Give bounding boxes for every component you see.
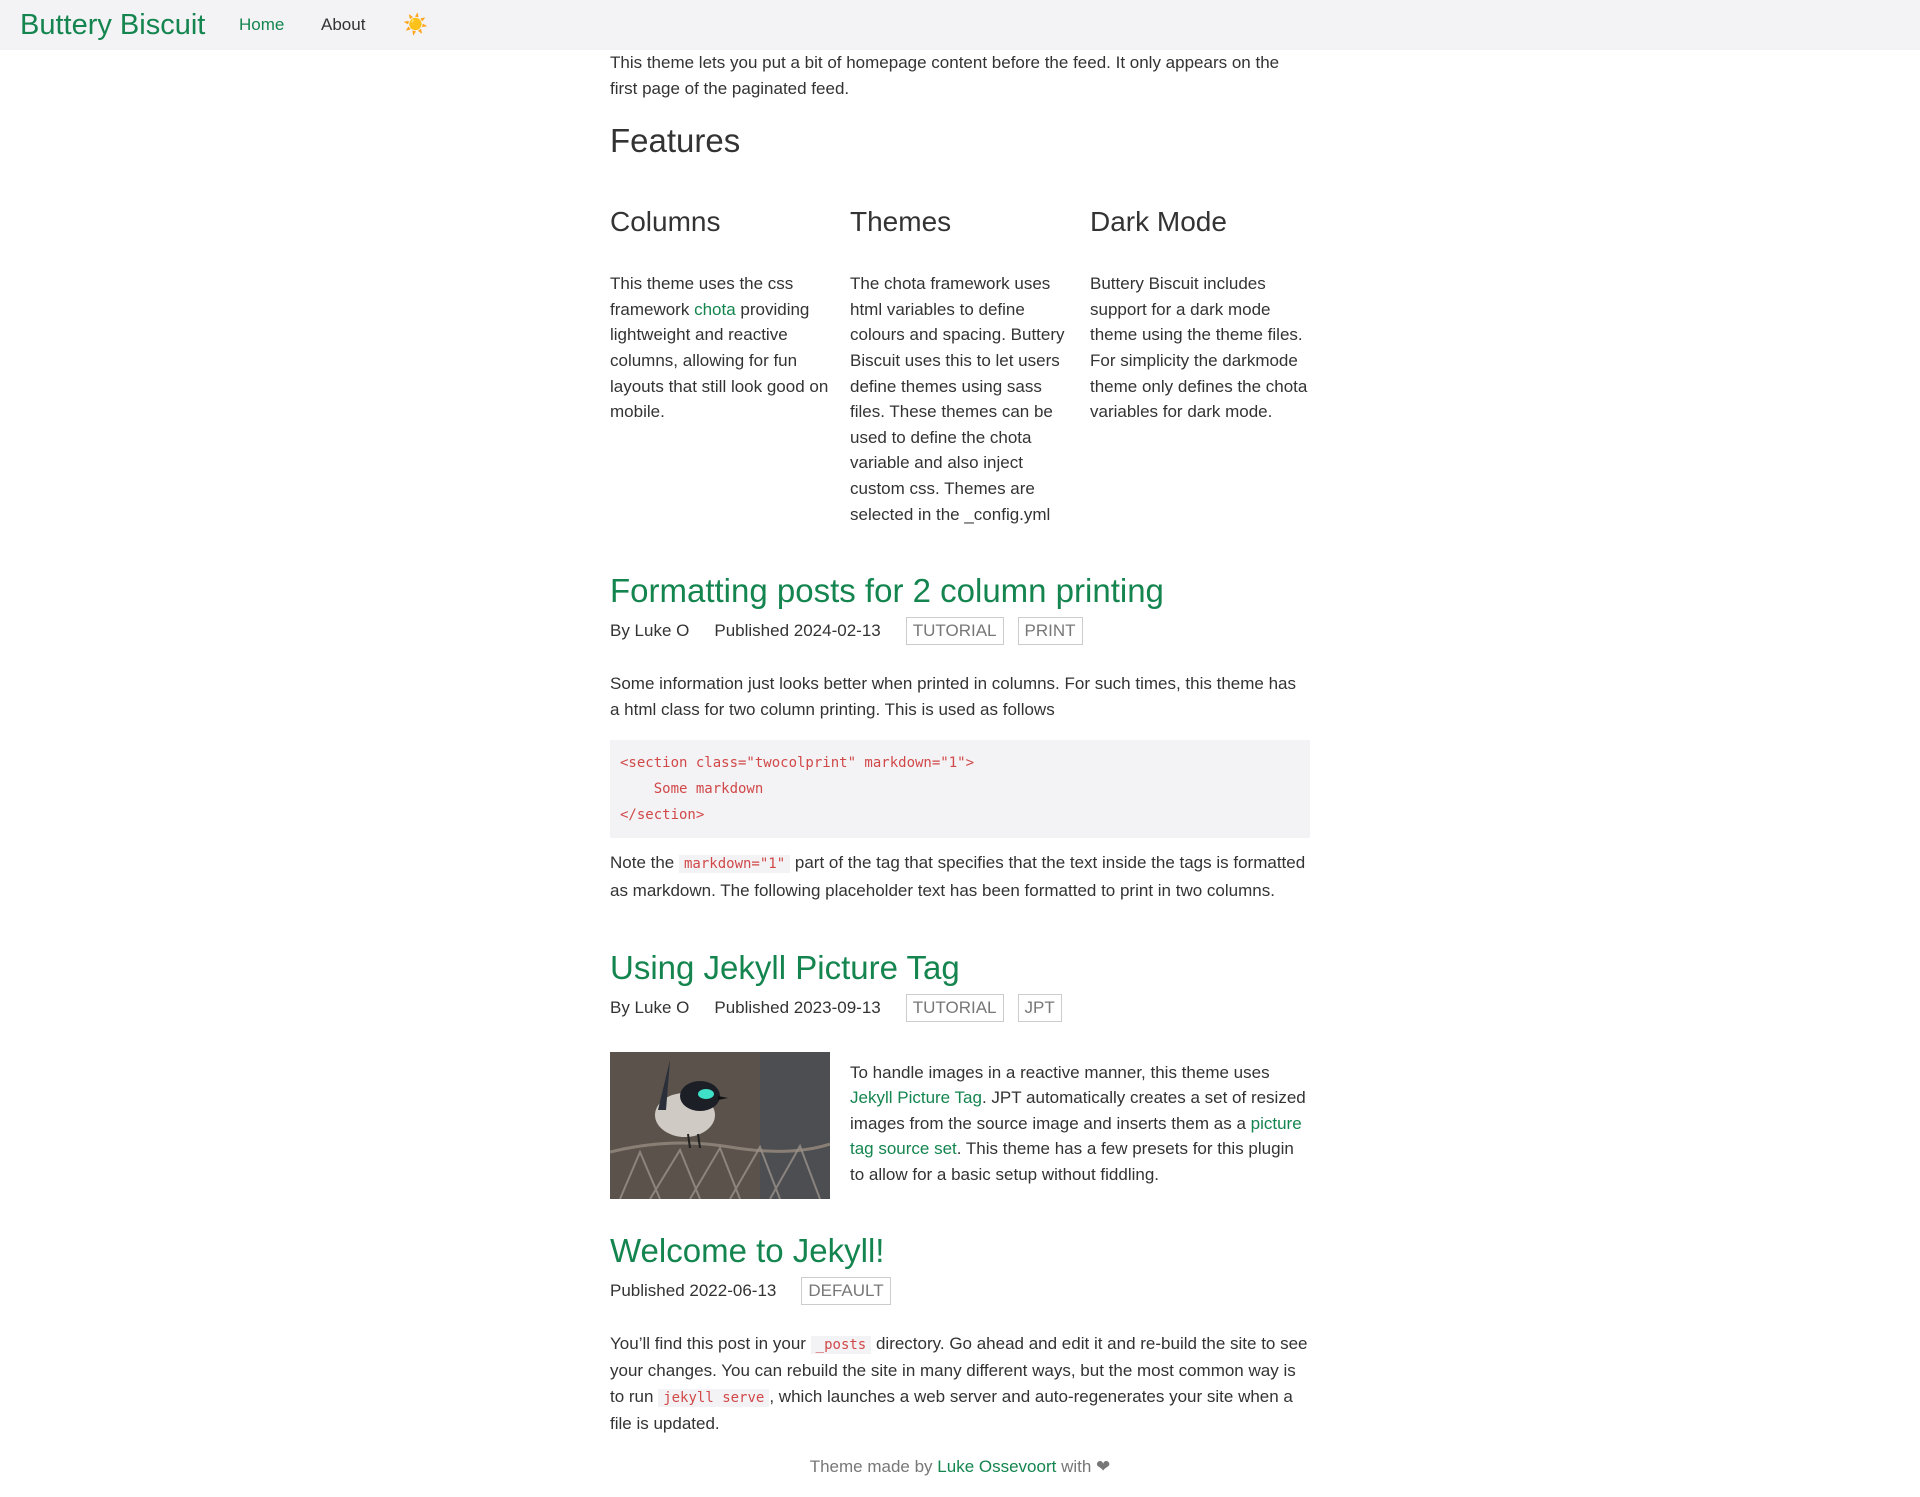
features-heading: Features bbox=[610, 122, 741, 160]
post-item: Formatting posts for 2 column printing B… bbox=[610, 571, 1310, 903]
post-body: To handle images in a reactive manner, t… bbox=[610, 1051, 1310, 1199]
inline-code: jekyll serve bbox=[658, 1388, 770, 1407]
site-footer: Theme made by Luke Ossevoort with ❤ bbox=[809, 1457, 1111, 1476]
tag-badge[interactable]: TUTORIAL bbox=[905, 993, 1004, 1022]
feature-text: This theme uses the css framework chota … bbox=[610, 274, 829, 422]
site-brand-link[interactable]: Buttery Biscuit bbox=[20, 6, 205, 44]
inline-code: markdown="1" bbox=[679, 855, 791, 874]
post-item: Welcome to Jekyll! Published 2022-06-13 … bbox=[610, 1231, 1310, 1437]
post-meta: By Luke O Published 2023-09-13 TUTORIAL … bbox=[610, 993, 1310, 1022]
main-content: This theme lets you put a bit of homepag… bbox=[610, 50, 1310, 1437]
intro-text: This theme lets you put a bit of homepag… bbox=[610, 53, 1280, 98]
feature-column-themes: Themes The chota framework uses html var… bbox=[850, 205, 1070, 527]
feature-title: Themes bbox=[850, 206, 952, 238]
jekyll-picture-tag-link[interactable]: Jekyll Picture Tag bbox=[850, 1088, 982, 1107]
post-excerpt: Some information just looks better when … bbox=[610, 674, 1296, 719]
heart-icon: ❤ bbox=[1096, 1457, 1111, 1476]
post-date: Published 2024-02-13 bbox=[714, 621, 881, 641]
sun-icon[interactable]: ☀️ bbox=[403, 14, 428, 36]
tag-badge[interactable]: TUTORIAL bbox=[905, 617, 1004, 646]
post-meta: By Luke O Published 2024-02-13 TUTORIAL … bbox=[610, 617, 1310, 646]
post-author: By Luke O bbox=[610, 997, 690, 1017]
post-title-link[interactable]: Using Jekyll Picture Tag bbox=[610, 948, 1310, 988]
post-title-link[interactable]: Formatting posts for 2 column printing bbox=[610, 571, 1310, 611]
author-link[interactable]: Luke Ossevoort bbox=[937, 1457, 1056, 1476]
tag-badge[interactable]: PRINT bbox=[1017, 617, 1083, 646]
tag-badge[interactable]: JPT bbox=[1017, 993, 1062, 1022]
nav-about-link[interactable]: About bbox=[321, 14, 365, 36]
feature-column-columns: Columns This theme uses the css framewor… bbox=[610, 205, 830, 527]
nav-home-link[interactable]: Home bbox=[239, 14, 284, 36]
post-excerpt: You’ll find this post in your _posts dir… bbox=[610, 1333, 1308, 1434]
post-meta: Published 2022-06-13 DEFAULT bbox=[610, 1276, 1310, 1305]
post-date: Published 2023-09-13 bbox=[714, 997, 881, 1017]
top-nav: Buttery Biscuit Home About ☀️ bbox=[0, 0, 1920, 50]
post-excerpt: To handle images in a reactive manner, t… bbox=[850, 1062, 1306, 1184]
feature-title: Columns bbox=[610, 206, 721, 238]
code-block: <section class="twocolprint" markdown="1… bbox=[610, 740, 1310, 839]
post-title-link[interactable]: Welcome to Jekyll! bbox=[610, 1231, 1310, 1271]
post-author: By Luke O bbox=[610, 621, 690, 641]
bird-photo bbox=[610, 1051, 830, 1199]
feature-title: Dark Mode bbox=[1090, 206, 1227, 238]
feature-text: The chota framework uses html variables … bbox=[850, 274, 1065, 524]
chota-link[interactable]: chota bbox=[694, 300, 736, 319]
post-item: Using Jekyll Picture Tag By Luke O Publi… bbox=[610, 948, 1310, 1199]
inline-code: _posts bbox=[810, 1335, 872, 1354]
feature-text: Buttery Biscuit includes support for a d… bbox=[1090, 274, 1308, 422]
post-date: Published 2022-06-13 bbox=[610, 1280, 777, 1300]
tag-badge[interactable]: DEFAULT bbox=[801, 1276, 891, 1305]
post-excerpt: Note the markdown="1" part of the tag th… bbox=[610, 853, 1306, 900]
feature-columns: Columns This theme uses the css framewor… bbox=[610, 205, 1310, 527]
feature-column-dark-mode: Dark Mode Buttery Biscuit includes suppo… bbox=[1090, 205, 1310, 527]
